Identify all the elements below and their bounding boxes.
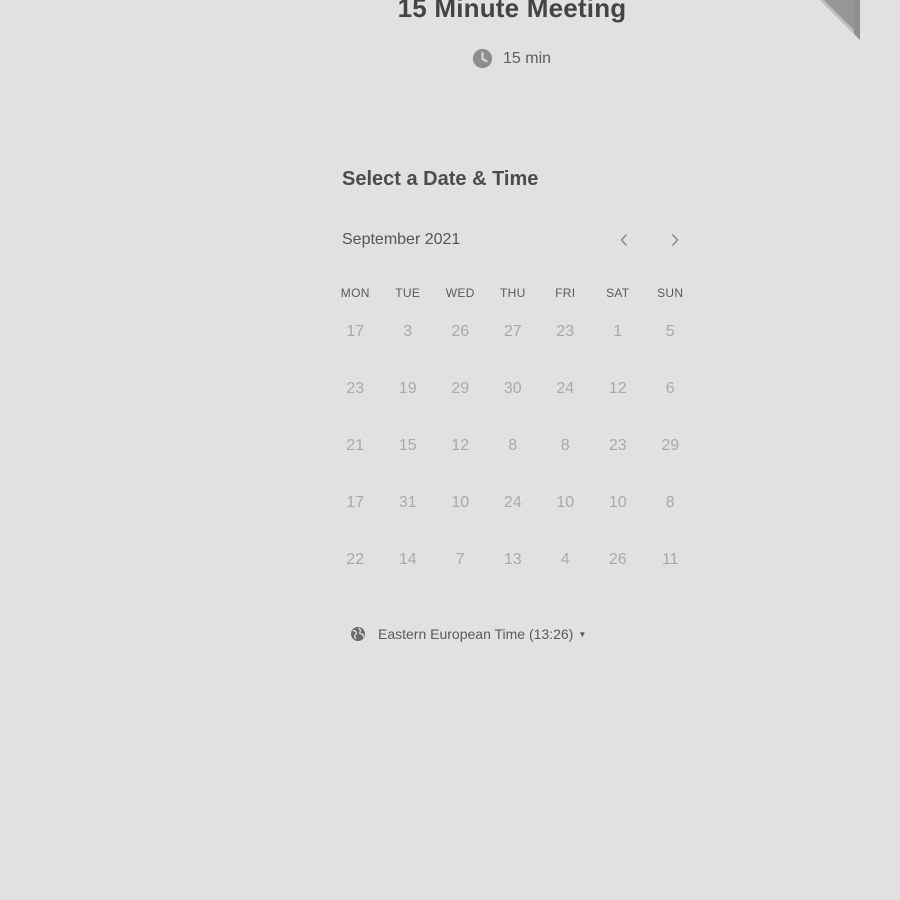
corner-ribbon[interactable] xyxy=(820,0,860,40)
chevron-left-icon xyxy=(620,233,628,247)
calendar-day: 14 xyxy=(398,551,417,568)
calendar-day: 19 xyxy=(398,380,417,397)
next-month-button[interactable] xyxy=(663,228,687,252)
calendar-day: 30 xyxy=(503,380,522,397)
calendar-day: 13 xyxy=(503,551,522,568)
calendar-day: 4 xyxy=(560,551,570,568)
calendar-day: 15 xyxy=(398,437,417,454)
calendar-day: 29 xyxy=(661,437,680,454)
month-label: September 2021 xyxy=(342,231,461,248)
calendar-week-row: 17 31 10 24 10 10 8 xyxy=(329,476,697,533)
calendar-day: 26 xyxy=(608,551,627,568)
weekday-sat: SAT xyxy=(606,285,630,300)
section-title: Select a Date & Time xyxy=(342,168,539,190)
weekday-wed: WED xyxy=(445,285,475,300)
calendar-day: 24 xyxy=(556,380,575,397)
clock-icon xyxy=(472,48,493,69)
weekday-sun: SUN xyxy=(657,285,684,300)
calendar-day: 8 xyxy=(560,437,570,454)
calendar-day: 3 xyxy=(403,323,413,340)
prev-month-button[interactable] xyxy=(612,228,636,252)
calendar-week-row: 17 3 26 27 23 1 5 xyxy=(329,305,697,362)
calendar-day: 23 xyxy=(346,380,365,397)
calendar-day: 27 xyxy=(503,323,522,340)
booking-page: 15 Minute Meeting 15 min Select a Date &… xyxy=(0,0,900,900)
calendar-day: 10 xyxy=(556,494,575,511)
calendar-day: 7 xyxy=(455,551,465,568)
calendar-day: 12 xyxy=(451,437,470,454)
calendar-day: 6 xyxy=(665,380,675,397)
globe-icon xyxy=(350,626,366,642)
month-nav-buttons xyxy=(612,228,687,252)
calendar-day: 8 xyxy=(508,437,518,454)
weekday-tue: TUE xyxy=(395,285,421,300)
calendar-day: 10 xyxy=(608,494,627,511)
calendar-day: 1 xyxy=(613,323,623,340)
weekday-mon: MON xyxy=(340,285,370,300)
chevron-right-icon xyxy=(671,233,679,247)
weekday-thu: THU xyxy=(499,285,526,300)
timezone-label: Eastern European Time (13:26) xyxy=(378,626,574,642)
calendar-day: 21 xyxy=(346,437,365,454)
weekday-header-row: MON TUE WED THU FRI SAT SUN xyxy=(329,280,697,305)
calendar-week-row: 23 19 29 30 24 12 6 xyxy=(329,362,697,419)
calendar-day: 24 xyxy=(503,494,522,511)
calendar-day: 12 xyxy=(608,380,627,397)
weekday-fri: FRI xyxy=(555,285,576,300)
calendar-day: 29 xyxy=(451,380,470,397)
caret-down-icon: ▼ xyxy=(578,629,587,639)
calendar-day: 26 xyxy=(451,323,470,340)
calendar-day: 5 xyxy=(665,323,675,340)
calendar-day: 17 xyxy=(346,494,365,511)
calendar-day: 23 xyxy=(608,437,627,454)
calendar-day: 17 xyxy=(346,323,365,340)
calendar-day: 11 xyxy=(661,551,679,568)
calendar-day: 31 xyxy=(398,494,417,511)
calendar-day: 8 xyxy=(665,494,675,511)
calendar-day: 23 xyxy=(556,323,575,340)
event-title: 15 Minute Meeting xyxy=(397,0,627,23)
event-duration: 15 min xyxy=(472,48,551,69)
calendar-day: 22 xyxy=(346,551,365,568)
calendar-week-row: 22 14 7 13 4 26 11 xyxy=(329,533,697,590)
month-navigation: September 2021 xyxy=(342,228,687,252)
calendar-day: 10 xyxy=(451,494,470,511)
timezone-selector[interactable]: Eastern European Time (13:26) ▼ xyxy=(350,626,586,642)
calendar-grid: MON TUE WED THU FRI SAT SUN 17 3 26 27 2… xyxy=(329,280,697,590)
duration-label: 15 min xyxy=(503,49,552,67)
calendar-week-row: 21 15 12 8 8 23 29 xyxy=(329,419,697,476)
